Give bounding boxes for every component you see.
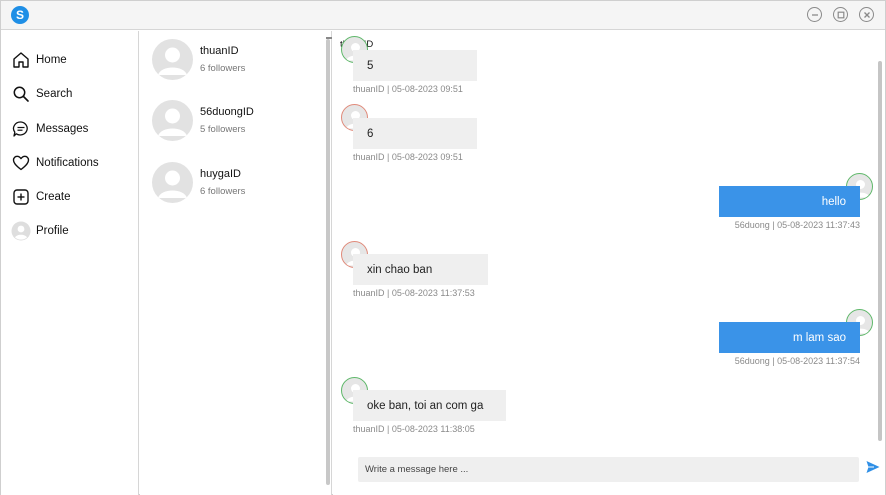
sidebar-item-home[interactable]: Home bbox=[11, 48, 131, 72]
user-name: 56duongID bbox=[200, 106, 254, 118]
message-bubble: xin chao ban bbox=[353, 254, 488, 285]
avatar bbox=[152, 162, 193, 203]
sidebar-item-messages[interactable]: Messages bbox=[11, 117, 131, 141]
sidebar: Home Search Messages Notifications Creat… bbox=[1, 31, 139, 495]
message-bubble: 6 bbox=[353, 118, 477, 149]
message-bubble: 5 bbox=[353, 50, 477, 81]
user-list-item[interactable]: 56duongID 5 followers bbox=[152, 100, 322, 144]
chat-scrollbar[interactable] bbox=[878, 61, 882, 441]
sidebar-item-notifications[interactable]: Notifications bbox=[11, 151, 131, 175]
user-name: huygaID bbox=[200, 168, 241, 180]
message-meta: thuanID | 05-08-2023 11:38:05 bbox=[353, 424, 475, 434]
sidebar-item-search[interactable]: Search bbox=[11, 82, 131, 106]
app-window: S Home Search Messages Notifications Cre… bbox=[0, 0, 886, 495]
minimize-icon[interactable] bbox=[807, 7, 822, 22]
sidebar-item-label: Create bbox=[36, 191, 71, 203]
avatar-icon bbox=[11, 221, 31, 241]
message-meta: thuanID | 05-08-2023 11:37:53 bbox=[353, 288, 475, 298]
message-bubble: m lam sao bbox=[719, 322, 860, 353]
sidebar-item-label: Search bbox=[36, 88, 73, 100]
chat-message: xin chao ban thuanID | 05-08-2023 11:37:… bbox=[333, 239, 885, 307]
message-meta: thuanID | 05-08-2023 09:51 bbox=[353, 152, 463, 162]
sidebar-item-label: Notifications bbox=[36, 157, 99, 169]
close-icon[interactable] bbox=[859, 7, 874, 22]
message-bubble: hello bbox=[719, 186, 860, 217]
chat-message: hello 56duong | 05-08-2023 11:37:43 bbox=[333, 171, 885, 239]
title-bar: S bbox=[1, 1, 885, 30]
message-meta: 56duong | 05-08-2023 11:37:43 bbox=[734, 220, 860, 230]
user-followers: 6 followers bbox=[200, 63, 246, 74]
search-icon bbox=[11, 84, 31, 104]
send-icon[interactable] bbox=[865, 459, 881, 475]
user-list-item[interactable]: thuanID 6 followers bbox=[152, 39, 322, 83]
app-logo-icon: S bbox=[11, 6, 29, 24]
maximize-icon[interactable] bbox=[833, 7, 848, 22]
home-icon bbox=[11, 50, 31, 70]
heart-icon bbox=[11, 153, 31, 173]
chat-message: m lam sao 56duong | 05-08-2023 11:37:54 bbox=[333, 307, 885, 375]
user-followers: 6 followers bbox=[200, 186, 246, 197]
chat-panel: thuanID 5 thuanID | 05-08-2023 09:51 6 t… bbox=[333, 31, 885, 495]
chat-message: oke ban, toi an com ga thuanID | 05-08-2… bbox=[333, 375, 885, 443]
message-meta: thuanID | 05-08-2023 09:51 bbox=[353, 84, 463, 94]
user-followers: 5 followers bbox=[200, 124, 246, 135]
sidebar-item-create[interactable]: Create bbox=[11, 185, 131, 209]
chat-message: 6 thuanID | 05-08-2023 09:51 bbox=[333, 101, 885, 169]
sidebar-item-label: Messages bbox=[36, 123, 89, 135]
chat-message: 5 thuanID | 05-08-2023 09:51 bbox=[333, 31, 885, 101]
avatar bbox=[152, 100, 193, 141]
message-bubble: oke ban, toi an com ga bbox=[353, 390, 506, 421]
avatar bbox=[152, 39, 193, 80]
user-list-scrollbar[interactable] bbox=[326, 39, 330, 485]
user-list: thuanID 6 followers 56duongID 5 follower… bbox=[140, 31, 332, 495]
message-input[interactable] bbox=[358, 457, 859, 482]
user-list-item[interactable]: huygaID 6 followers bbox=[152, 162, 322, 206]
messages-icon bbox=[11, 119, 31, 139]
sidebar-item-profile[interactable]: Profile bbox=[11, 219, 131, 243]
user-name: thuanID bbox=[200, 45, 239, 57]
sidebar-item-label: Home bbox=[36, 54, 67, 66]
plus-square-icon bbox=[11, 187, 31, 207]
sidebar-item-label: Profile bbox=[36, 225, 69, 237]
message-meta: 56duong | 05-08-2023 11:37:54 bbox=[734, 356, 860, 366]
